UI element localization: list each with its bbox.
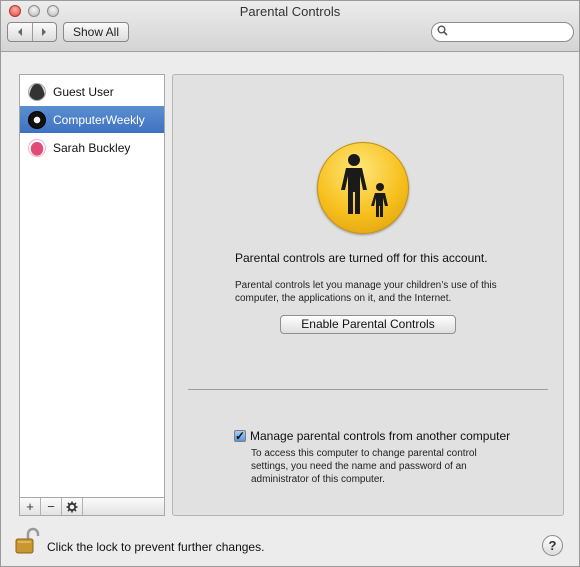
lock-icon[interactable] [14,527,40,555]
chevron-right-icon [42,28,47,36]
status-description: Parental controls let you manage your ch… [235,280,497,304]
search-input[interactable] [450,24,572,42]
user-list: Guest User ComputerWeekly Sarah Buckley [19,74,165,516]
window-title: Parental Controls [239,4,341,19]
user-name: ComputerWeekly [53,112,145,127]
user-row-guest-user[interactable]: Guest User [20,78,164,105]
search-icon [437,25,448,39]
manage-remotely-description: To access this computer to change parent… [251,448,477,485]
divider [188,389,548,390]
user-list-buttons: + − [19,497,165,516]
parental-controls-panel: Parental controls are turned off for thi… [172,74,564,516]
user-row-sarah-buckley[interactable]: Sarah Buckley [20,134,164,161]
remove-user-button[interactable]: − [41,498,62,515]
preferences-window: Parental Controls Show All Guest User Co… [0,0,580,567]
user-name: Sarah Buckley [53,140,131,155]
back-button[interactable] [8,23,33,41]
manage-remotely-label[interactable]: Manage parental controls from another co… [250,429,510,443]
parental-controls-icon [317,142,409,234]
help-button[interactable]: ? [542,535,563,556]
status-headline: Parental controls are turned off for thi… [235,251,488,265]
back-forward-control [7,22,57,42]
chevron-left-icon [17,28,22,36]
lock-message: Click the lock to prevent further change… [47,540,265,554]
enable-parental-controls-button[interactable]: Enable Parental Controls [280,315,456,334]
gear-icon[interactable] [62,498,83,515]
manage-remotely-checkbox[interactable]: ✓ [234,430,246,442]
toolbar: Parental Controls Show All [1,1,579,52]
add-user-button[interactable]: + [20,498,41,515]
eight-ball-avatar-icon [28,110,46,129]
guest-avatar-icon [28,82,46,101]
lips-avatar-icon [28,138,46,157]
user-name: Guest User [53,84,114,99]
forward-button[interactable] [33,23,57,41]
show-all-button[interactable]: Show All [63,22,129,42]
user-row-computerweekly[interactable]: ComputerWeekly [20,106,164,133]
search-field[interactable] [431,22,574,42]
